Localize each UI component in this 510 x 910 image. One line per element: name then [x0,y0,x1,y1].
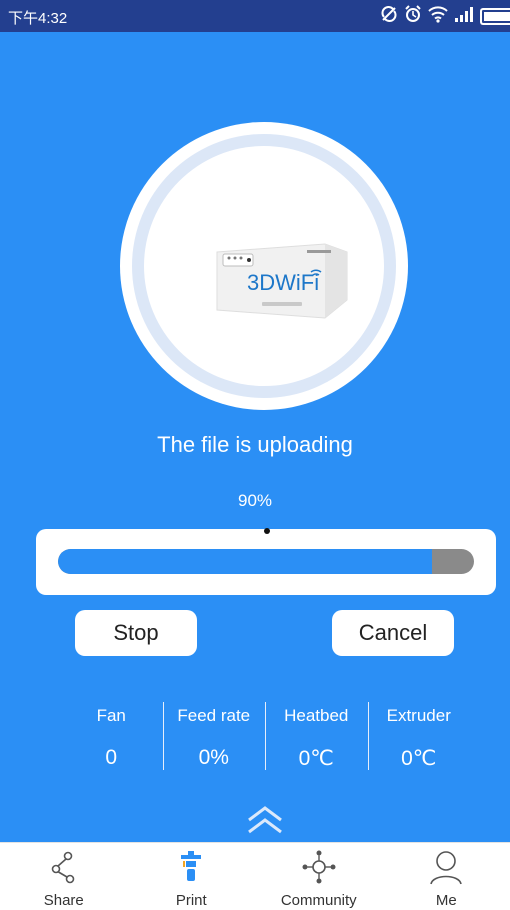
upload-percent: 90% [0,491,510,511]
printer-stats: Fan 0 Feed rate 0% Heatbed 0℃ Extruder 0… [60,698,470,772]
device-ring: 3DWiFi [120,122,408,410]
nav-item-me[interactable]: Me [383,843,510,910]
device-image: 3DWiFi [207,226,357,326]
nav-label: Print [128,892,256,909]
upload-status-title: The file is uploading [0,432,510,458]
status-time: 下午4:32 [8,7,67,28]
community-icon [301,849,337,885]
nav-label: Me [383,892,510,909]
stat-value: 0 [60,746,163,770]
wifi-icon [428,5,448,28]
battery-icon [480,8,510,25]
nav-label: Community [255,892,383,909]
stat-label: Extruder [368,706,471,726]
progress-fill [58,549,432,574]
nav-item-print[interactable]: Print [128,843,256,910]
nav-item-share[interactable]: Share [0,843,128,910]
status-icons [380,6,510,26]
nav-label: Share [0,892,128,909]
signal-icon [454,6,474,27]
stat-extruder: Extruder 0℃ [368,698,471,772]
status-bar: 下午4:32 [0,0,510,32]
stat-value: 0℃ [265,746,368,771]
stat-value: 0% [163,746,266,770]
stat-label: Feed rate [163,706,266,726]
progress-bar [58,549,474,574]
stat-fan: Fan 0 [60,698,163,772]
stat-label: Heatbed [265,706,368,726]
user-icon [428,849,464,885]
stat-heatbed: Heatbed 0℃ [265,698,368,772]
stop-button[interactable]: Stop [75,610,197,656]
bottom-nav: Share Print Community Me [0,842,510,910]
print-icon [173,849,209,885]
progress-indicator-dot [264,528,270,534]
stat-label: Fan [60,706,163,726]
alarm-icon [404,5,422,28]
progress-card [36,529,496,595]
share-icon [46,849,82,885]
stat-feed-rate: Feed rate 0% [163,698,266,772]
upload-screen: 3DWiFi The file is uploading 90% Stop Ca… [0,32,510,842]
device-logo-text: 3DWiFi [247,270,319,295]
stat-value: 0℃ [368,746,471,771]
no-sync-icon [380,5,398,28]
cancel-button[interactable]: Cancel [332,610,454,656]
double-chevron-up-icon[interactable] [245,802,285,838]
nav-item-community[interactable]: Community [255,843,383,910]
